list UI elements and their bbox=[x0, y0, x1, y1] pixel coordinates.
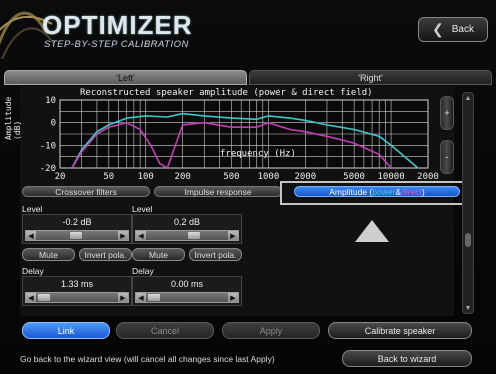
slider-thumb[interactable] bbox=[70, 232, 82, 239]
chart-title: Reconstructed speaker amplitude (power &… bbox=[80, 88, 373, 98]
mute-button[interactable]: Mute bbox=[22, 248, 75, 261]
level-label: Level bbox=[132, 204, 153, 214]
slider-thumb[interactable] bbox=[38, 294, 50, 301]
level-group: 0.2 dB ◀ ▶ bbox=[132, 214, 242, 244]
back-button-label: Back bbox=[451, 24, 474, 35]
y-tick-label: -10 bbox=[40, 141, 56, 151]
x-tick-label: 100 bbox=[138, 172, 154, 182]
calibrate-speaker-button[interactable]: Calibrate speaker bbox=[328, 322, 472, 339]
back-to-wizard-button[interactable]: Back to wizard bbox=[342, 350, 472, 367]
zoom-out-button[interactable]: - bbox=[440, 140, 454, 174]
delay-label: Delay bbox=[132, 266, 154, 276]
level-slider[interactable]: ◀ ▶ bbox=[25, 230, 129, 241]
mute-button[interactable]: Mute bbox=[132, 248, 185, 261]
channel-buttons: Mute Invert pola. bbox=[132, 248, 242, 261]
app-subtitle: STEP-BY-STEP CALIBRATION bbox=[44, 39, 189, 50]
tab-right[interactable]: 'Right' bbox=[249, 70, 492, 85]
cancel-button[interactable]: Cancel bbox=[116, 322, 214, 339]
channel-tabs: 'Left' 'Right' bbox=[4, 70, 492, 85]
amplitude-chart: 10 0 -10 -20 20 50 100 200 500 1000 2000 5000 10000 2… bbox=[4, 86, 454, 183]
level-slider[interactable]: ◀ ▶ bbox=[135, 230, 239, 241]
vertical-scrollbar[interactable]: ▲ ▼ bbox=[462, 92, 474, 314]
x-tick-label: 50 bbox=[103, 172, 114, 182]
scroll-up-icon[interactable]: ▲ bbox=[463, 93, 473, 103]
level-value: 0.2 dB bbox=[173, 217, 201, 227]
zoom-in-button[interactable]: + bbox=[440, 96, 454, 130]
level-value: -0.2 dB bbox=[62, 217, 92, 227]
chart-y-label: Amplitude (dB) bbox=[4, 96, 22, 140]
chart-plot: 100-10-2020 50 100 200 500 1000 2000 5000 10000 2… bbox=[40, 96, 439, 182]
y-tick-label: -20 bbox=[40, 164, 56, 174]
header: OPTIMIZER STEP-BY-STEP CALIBRATION ❮ Bac… bbox=[0, 0, 496, 64]
delay-value: 1.33 ms bbox=[60, 279, 93, 289]
x-tick-label: 20 bbox=[55, 172, 66, 182]
chevron-left-icon: ❮ bbox=[432, 21, 444, 37]
x-tick-label: 1000 bbox=[258, 172, 280, 182]
scroll-down-icon[interactable]: ▼ bbox=[463, 303, 473, 313]
link-button[interactable]: Link bbox=[22, 322, 110, 339]
delay-value: 0.00 ms bbox=[170, 279, 203, 289]
arrow-right-icon[interactable]: ▶ bbox=[228, 231, 238, 240]
wizard-hint-text: Go back to the wizard view (will cancel … bbox=[20, 354, 275, 364]
arrow-left-icon[interactable]: ◀ bbox=[136, 231, 146, 240]
tab-impulse-response[interactable]: Impulse response bbox=[154, 186, 282, 197]
slider-thumb[interactable] bbox=[188, 232, 200, 239]
delay-group: 0.00 ms ◀ ▶ bbox=[132, 276, 242, 306]
tab-left[interactable]: 'Left' bbox=[4, 70, 247, 85]
slider-thumb[interactable] bbox=[148, 294, 160, 301]
tab-crossover-filters[interactable]: Crossover filters bbox=[22, 186, 150, 197]
apply-button[interactable]: Apply bbox=[222, 322, 320, 339]
arrow-left-icon[interactable]: ◀ bbox=[26, 293, 36, 302]
arrow-left-icon[interactable]: ◀ bbox=[136, 293, 146, 302]
minus-icon: - bbox=[445, 152, 449, 162]
channel-buttons: Mute Invert pola. bbox=[22, 248, 132, 261]
pointer-arrow-icon bbox=[355, 220, 389, 242]
scroll-thumb[interactable] bbox=[465, 233, 471, 247]
y-tick-label: 0 bbox=[51, 119, 56, 129]
invert-polarity-button[interactable]: Invert pola. bbox=[189, 248, 242, 261]
channel-1-controls: Level -0.2 dB ◀ ▶ Mute Invert pola. Dela… bbox=[22, 204, 132, 306]
channel-2-controls: Level 0.2 dB ◀ ▶ Mute Invert pola. Delay… bbox=[132, 204, 242, 306]
level-label: Level bbox=[22, 204, 43, 214]
plus-icon: + bbox=[444, 108, 450, 118]
delay-slider[interactable]: ◀ ▶ bbox=[135, 292, 239, 303]
x-tick-label: 500 bbox=[223, 172, 239, 182]
x-tick-label: 200 bbox=[175, 172, 191, 182]
level-group: -0.2 dB ◀ ▶ bbox=[22, 214, 132, 244]
invert-polarity-button[interactable]: Invert pola. bbox=[79, 248, 132, 261]
y-tick-label: 10 bbox=[45, 96, 56, 106]
chart-x-label: frequency (Hz) bbox=[220, 149, 296, 159]
arrow-right-icon[interactable]: ▶ bbox=[118, 293, 128, 302]
arrow-right-icon[interactable]: ▶ bbox=[118, 231, 128, 240]
app-title: OPTIMIZER bbox=[42, 10, 193, 40]
back-button[interactable]: ❮ Back bbox=[418, 17, 488, 42]
optimizer-window: OPTIMIZER STEP-BY-STEP CALIBRATION ❮ Bac… bbox=[0, 0, 496, 374]
delay-label: Delay bbox=[22, 266, 44, 276]
delay-group: 1.33 ms ◀ ▶ bbox=[22, 276, 132, 306]
arrow-left-icon[interactable]: ◀ bbox=[26, 231, 36, 240]
arrow-right-icon[interactable]: ▶ bbox=[228, 293, 238, 302]
delay-slider[interactable]: ◀ ▶ bbox=[25, 292, 129, 303]
highlight-frame bbox=[280, 181, 468, 205]
